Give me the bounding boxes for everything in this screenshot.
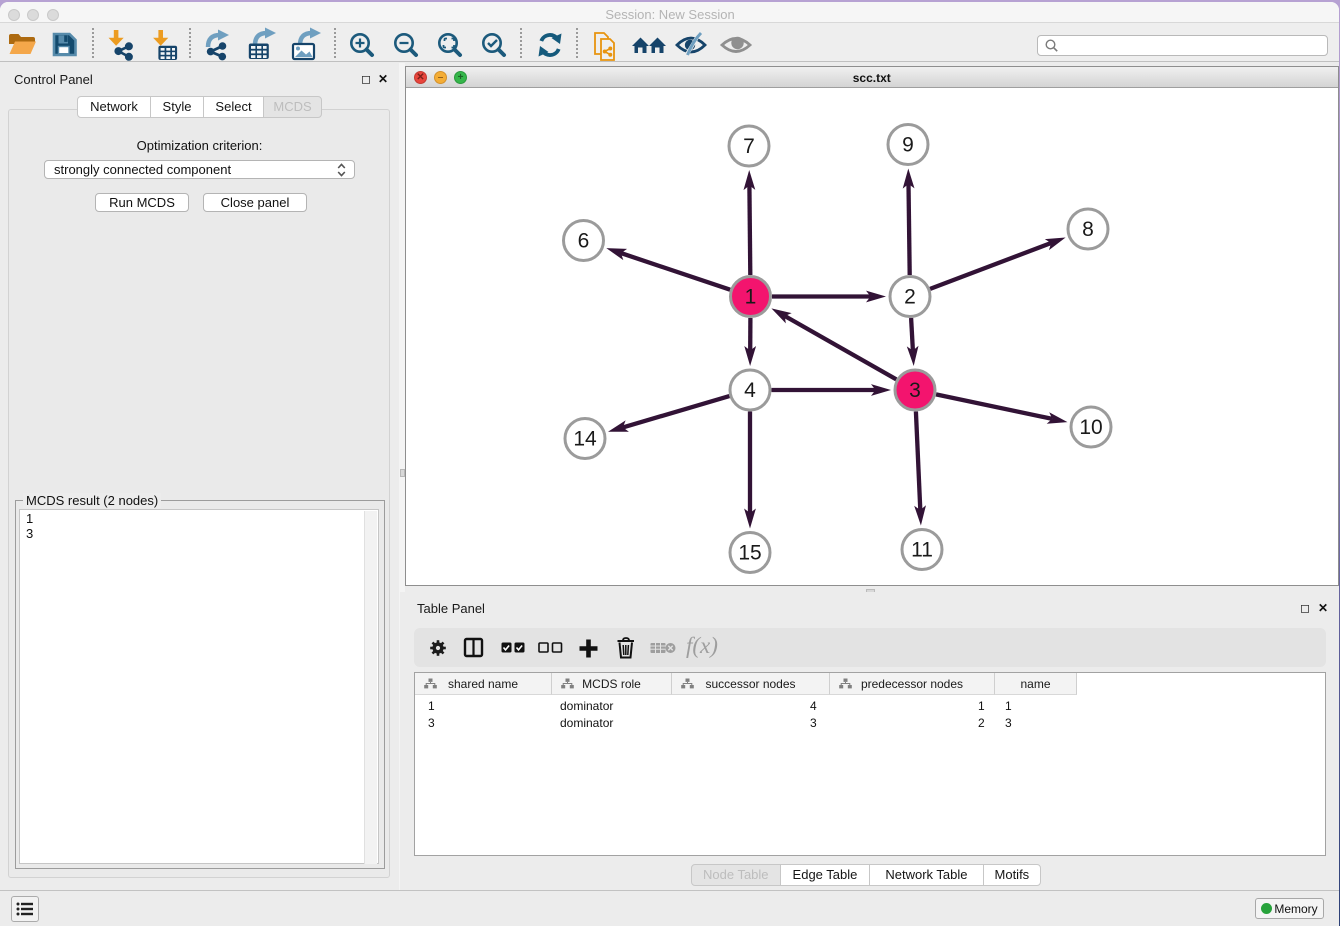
svg-text:9: 9: [902, 134, 914, 157]
svg-text:6: 6: [578, 230, 590, 253]
svg-text:14: 14: [573, 428, 597, 451]
svg-text:1: 1: [745, 286, 757, 309]
svg-text:4: 4: [744, 379, 756, 402]
svg-text:7: 7: [743, 135, 755, 158]
svg-text:3: 3: [909, 379, 921, 402]
svg-text:10: 10: [1079, 416, 1102, 439]
svg-text:2: 2: [904, 286, 916, 309]
svg-text:15: 15: [738, 542, 761, 565]
svg-text:8: 8: [1082, 218, 1094, 241]
svg-text:11: 11: [911, 539, 933, 562]
